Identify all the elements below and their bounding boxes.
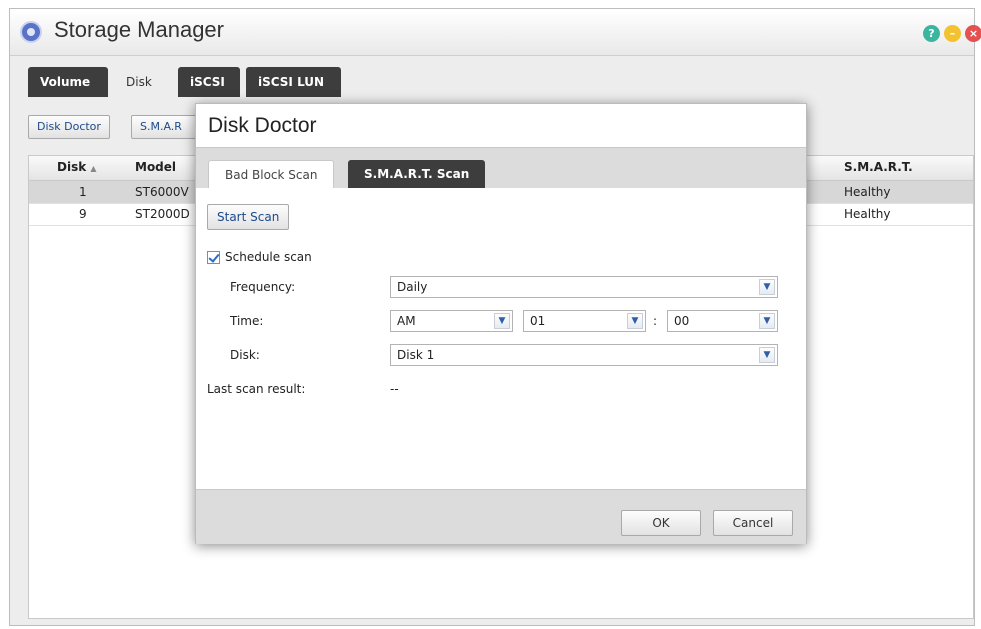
chevron-down-icon: ▼	[494, 313, 510, 329]
cell-smart: Healthy	[844, 207, 891, 221]
disk-doctor-dialog: Disk Doctor Bad Block Scan S.M.A.R.T. Sc…	[195, 103, 807, 544]
time-label: Time:	[230, 314, 264, 328]
smart-button[interactable]: S.M.A.R	[131, 115, 201, 139]
help-icon[interactable]: ?	[923, 25, 940, 42]
disk-value: Disk 1	[397, 348, 435, 362]
tab-volume[interactable]: Volume	[28, 67, 108, 97]
dialog-title: Disk Doctor	[208, 114, 317, 137]
tab-iscsi-lun[interactable]: iSCSI LUN	[246, 67, 341, 97]
hour-value: 01	[530, 314, 546, 328]
title-bar: Storage Manager ? – ×	[10, 9, 981, 56]
hour-select[interactable]: 01 ▼	[523, 310, 646, 332]
cancel-button[interactable]: Cancel	[713, 510, 793, 536]
cell-model: ST2000D	[135, 207, 190, 221]
chevron-down-icon: ▼	[759, 347, 775, 363]
storage-manager-app-icon	[20, 21, 42, 43]
dialog-tabbar: Bad Block Scan S.M.A.R.T. Scan	[196, 147, 806, 188]
column-header-smart[interactable]: S.M.A.R.T.	[844, 156, 913, 178]
column-header-disk[interactable]: Disk ▲	[57, 156, 97, 178]
close-icon[interactable]: ×	[965, 25, 981, 42]
cell-disk: 9	[79, 207, 87, 221]
cell-smart: Healthy	[844, 185, 891, 199]
schedule-scan-checkbox[interactable]	[207, 251, 220, 264]
cell-disk: 1	[79, 185, 87, 199]
disk-doctor-button[interactable]: Disk Doctor	[28, 115, 110, 139]
minimize-icon[interactable]: –	[944, 25, 961, 42]
ampm-value: AM	[397, 314, 416, 328]
time-separator: :	[653, 314, 658, 328]
minute-select[interactable]: 00 ▼	[667, 310, 778, 332]
disk-select[interactable]: Disk 1 ▼	[390, 344, 778, 366]
last-scan-result-label: Last scan result:	[207, 382, 306, 396]
start-scan-button[interactable]: Start Scan	[207, 204, 290, 230]
tab-iscsi[interactable]: iSCSI	[178, 67, 240, 97]
schedule-scan-label: Schedule scan	[225, 250, 312, 264]
tab-smart-scan[interactable]: S.M.A.R.T. Scan	[348, 160, 486, 188]
tab-disk[interactable]: Disk	[114, 67, 168, 97]
chevron-down-icon: ▼	[759, 313, 775, 329]
frequency-label: Frequency:	[230, 280, 296, 294]
cell-model: ST6000V	[135, 185, 189, 199]
disk-label: Disk:	[230, 348, 260, 362]
chevron-down-icon: ▼	[627, 313, 643, 329]
ok-button[interactable]: OK	[621, 510, 701, 536]
frequency-value: Daily	[397, 280, 428, 294]
frequency-select[interactable]: Daily ▼	[390, 276, 778, 298]
sort-asc-icon: ▲	[90, 164, 97, 173]
minute-value: 00	[674, 314, 690, 328]
column-header-model[interactable]: Model	[135, 156, 176, 178]
tab-bad-block-scan[interactable]: Bad Block Scan	[208, 160, 335, 188]
window-title: Storage Manager	[54, 17, 224, 42]
dialog-footer: OK Cancel	[196, 489, 806, 544]
chevron-down-icon: ▼	[759, 279, 775, 295]
last-scan-result-value: --	[390, 382, 399, 396]
ampm-select[interactable]: AM ▼	[390, 310, 513, 332]
